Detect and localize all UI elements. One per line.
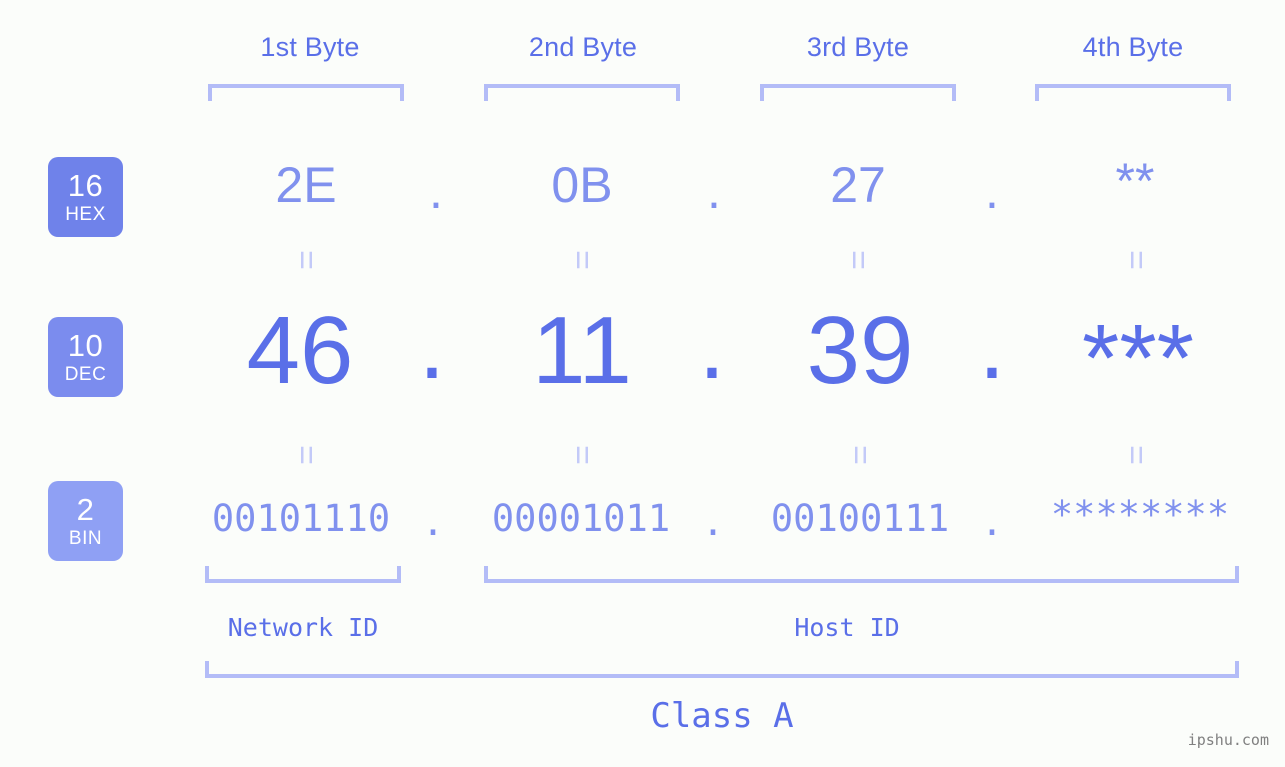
- class-label: Class A: [650, 696, 794, 736]
- hex-byte-4: **: [1115, 153, 1155, 209]
- byte-bracket-3: [760, 84, 956, 101]
- equals-connector-hex-dec-1: =: [287, 250, 325, 270]
- hex-byte-3: 27: [830, 157, 886, 213]
- dec-byte-3: 39: [806, 297, 914, 404]
- radix-badge-dec: 10 DEC: [48, 317, 123, 397]
- network-id-bracket: [205, 566, 401, 583]
- dec-byte-4: ***: [1081, 305, 1195, 412]
- network-id-label: Network ID: [227, 613, 379, 642]
- radix-badge-bin-base: 2: [76, 492, 95, 527]
- ip-byte-breakdown-diagram: 1st Byte 2nd Byte 3rd Byte 4th Byte 16 H…: [0, 0, 1285, 767]
- radix-badge-hex-base: 16: [67, 168, 104, 203]
- byte-bracket-4: [1035, 84, 1231, 101]
- radix-badge-hex-name: HEX: [65, 204, 106, 225]
- equals-connector-dec-bin-1: =: [287, 445, 325, 465]
- equals-connector-dec-bin-4: =: [1117, 445, 1155, 465]
- hex-byte-1: 2E: [275, 157, 337, 213]
- bin-byte-3: 00100111: [770, 497, 950, 540]
- equals-connector-hex-dec-3: =: [839, 250, 877, 270]
- bin-separator-3: .: [980, 501, 1004, 544]
- watermark: ipshu.com: [1187, 731, 1269, 749]
- dec-byte-1: 46: [246, 297, 354, 404]
- hex-separator-2: .: [707, 163, 721, 219]
- radix-badge-bin-name: BIN: [68, 528, 103, 549]
- host-id-label: Host ID: [794, 613, 900, 642]
- equals-connector-hex-dec-2: =: [563, 250, 601, 270]
- bin-byte-4: ********: [1050, 493, 1230, 536]
- dec-byte-2: 11: [532, 297, 632, 404]
- byte-header-2: 2nd Byte: [528, 32, 638, 62]
- byte-header-4: 4th Byte: [1082, 32, 1184, 62]
- radix-badge-dec-name: DEC: [64, 364, 107, 385]
- equals-connector-dec-bin-2: =: [563, 445, 601, 465]
- dec-separator-1: .: [418, 292, 446, 399]
- hex-separator-3: .: [985, 163, 999, 219]
- bin-separator-2: .: [701, 501, 725, 544]
- dec-separator-3: .: [978, 292, 1006, 399]
- class-bracket: [205, 661, 1239, 678]
- radix-badge-bin: 2 BIN: [48, 481, 123, 561]
- byte-header-1: 1st Byte: [260, 32, 360, 62]
- host-id-bracket: [484, 566, 1239, 583]
- bin-byte-1: 00101110: [211, 497, 391, 540]
- byte-bracket-2: [484, 84, 680, 101]
- dec-separator-2: .: [698, 292, 726, 399]
- equals-connector-dec-bin-3: =: [841, 445, 879, 465]
- bin-separator-1: .: [421, 501, 445, 544]
- hex-separator-1: .: [429, 163, 443, 219]
- radix-badge-dec-base: 10: [67, 328, 104, 363]
- byte-header-3: 3rd Byte: [806, 32, 910, 62]
- equals-connector-hex-dec-4: =: [1117, 250, 1155, 270]
- radix-badge-hex: 16 HEX: [48, 157, 123, 237]
- hex-byte-2: 0B: [551, 157, 613, 213]
- byte-bracket-1: [208, 84, 404, 101]
- bin-byte-2: 00001011: [491, 497, 671, 540]
